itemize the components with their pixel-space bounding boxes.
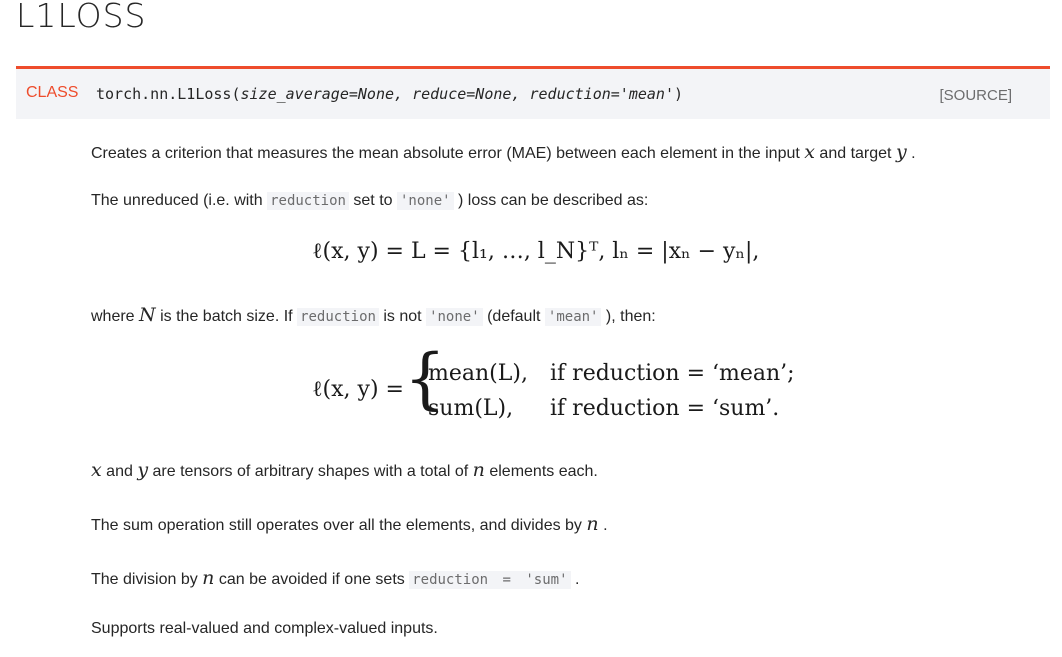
math-x: x: [804, 141, 815, 163]
paragraph-description: Creates a criterion that measures the me…: [91, 141, 916, 163]
math-y: y: [137, 459, 149, 481]
eq2-row1-cond: if reduction = ‘mean’;: [550, 361, 795, 386]
p3-text-a: where: [91, 308, 140, 325]
signature-close: ): [673, 85, 684, 103]
code-reduction: reduction: [267, 192, 349, 210]
math-n: n: [202, 567, 215, 589]
paragraph-division: The division by n can be avoided if one …: [91, 567, 579, 589]
eq2-row2-expr: sum(L),: [428, 396, 514, 421]
paragraph-shapes: x and y are tensors of arbitrary shapes …: [91, 459, 598, 481]
p2-text-b: set to: [348, 192, 397, 209]
paragraph-batch-size: where N is the batch size. If reduction …: [91, 304, 656, 326]
signature-params: size_average=None, reduce=None, reductio…: [240, 85, 674, 103]
paragraph-supports: Supports real-valued and complex-valued …: [91, 620, 438, 638]
p3-text-b: is the batch size. If: [155, 308, 298, 325]
code-none: 'none': [426, 308, 483, 326]
paragraph-sum-operation: The sum operation still operates over al…: [91, 513, 608, 535]
p6-text-b: can be avoided if one sets: [214, 571, 410, 588]
p7-text: Supports real-valued and complex-valued …: [91, 620, 438, 637]
p4-text-b: are tensors of arbitrary shapes with a t…: [148, 463, 473, 480]
signature-code: torch.nn.L1Loss(size_average=None, reduc…: [96, 85, 683, 103]
p4-text-a: and: [101, 463, 138, 480]
math-n: n: [586, 513, 599, 535]
source-link[interactable]: [SOURCE]: [939, 87, 1012, 104]
p6-text-a: The division by: [91, 571, 203, 588]
p3-text-d: (default: [482, 308, 545, 325]
code-none: 'none': [396, 192, 454, 210]
p6-text-c: .: [570, 571, 580, 588]
eq2-row2-cond: if reduction = ‘sum’.: [550, 396, 780, 421]
code-mean: 'mean': [544, 308, 602, 326]
equation-unreduced-loss: ℓ(x, y) = L = {l₁, …, l_N}ᵀ, lₙ = |xₙ − …: [312, 239, 760, 264]
p1-text-a: Creates a criterion that measures the me…: [91, 145, 805, 162]
code-reduction: reduction: [409, 571, 492, 589]
p3-text-c: is not: [378, 308, 427, 325]
signature-name: torch.nn.L1Loss(: [96, 85, 241, 103]
eq2-lhs: ℓ(x, y) =: [312, 377, 404, 402]
math-y: y: [895, 141, 907, 163]
class-signature: CLASS torch.nn.L1Loss(size_average=None,…: [16, 66, 1050, 119]
code-sum: 'sum': [522, 571, 571, 589]
p4-text-c: elements each.: [484, 463, 598, 480]
p1-text-b: and target: [814, 145, 896, 162]
paragraph-unreduced: The unreduced (i.e. with reduction set t…: [91, 192, 648, 210]
p2-text-c: ) loss can be described as:: [453, 192, 649, 209]
math-x: x: [91, 459, 102, 481]
code-reduction: reduction: [297, 308, 379, 326]
code-equals: =: [491, 571, 523, 589]
p5-text-b: .: [598, 517, 608, 534]
p3-text-e: ), then:: [601, 308, 656, 325]
p5-text-a: The sum operation still operates over al…: [91, 517, 587, 534]
eq2-row1-expr: mean(L),: [428, 361, 528, 386]
class-label: CLASS: [26, 84, 79, 101]
math-n: n: [472, 459, 485, 481]
page-title: L1LOSS: [16, 0, 147, 35]
p1-text-c: .: [906, 145, 916, 162]
p2-text-a: The unreduced (i.e. with: [91, 192, 268, 209]
math-N: N: [139, 304, 156, 326]
